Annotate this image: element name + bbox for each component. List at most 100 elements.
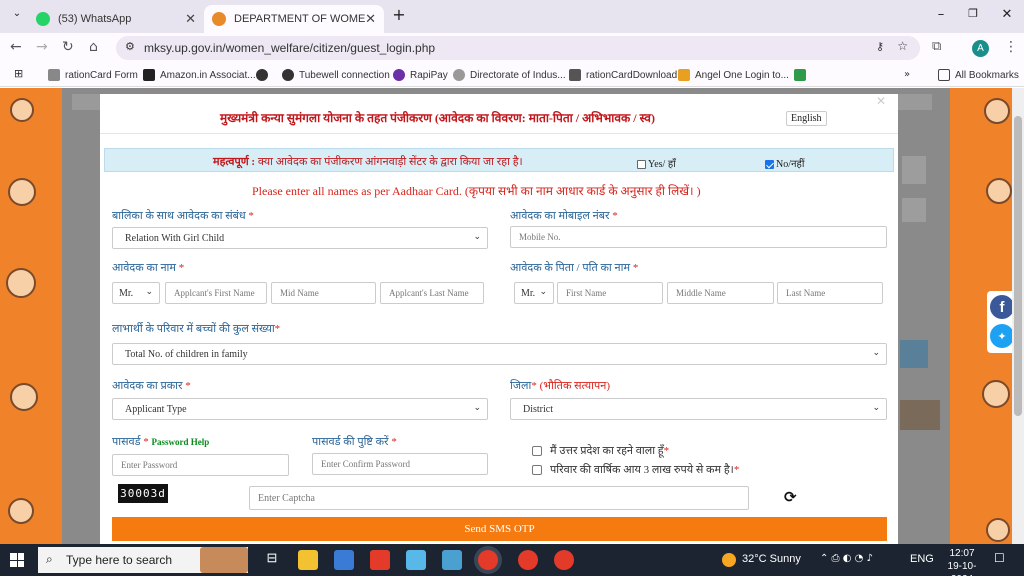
no-checkbox[interactable] (765, 160, 774, 170)
input-language[interactable]: ENG (910, 553, 934, 565)
english-language-button[interactable]: English (786, 111, 827, 126)
bookmark-item[interactable]: rationCard Form (48, 69, 138, 81)
applicant-type-label: आवेदक का प्रकार * (112, 380, 191, 392)
applicant-first-name-input[interactable]: Applcant's First Name (165, 282, 267, 304)
applicant-last-name-input[interactable]: Applcant's Last Name (380, 282, 484, 304)
windows-start-icon[interactable] (10, 553, 24, 567)
children-count-select[interactable]: Total No. of children in family ⌄ (112, 343, 887, 365)
chevron-down-icon: ⌄ (539, 287, 547, 297)
notifications-icon[interactable]: ☐ (994, 551, 1005, 565)
close-window-icon[interactable]: ✕ (996, 7, 1018, 25)
refresh-captcha-icon[interactable]: ⟳ (784, 488, 797, 506)
home-icon[interactable]: ⌂ (89, 39, 98, 55)
site-favicon-icon (212, 12, 226, 26)
tab-search-icon[interactable]: ⌄ (6, 8, 28, 26)
all-bookmarks[interactable]: All Bookmarks (938, 69, 1019, 81)
minimize-icon[interactable]: – (930, 7, 952, 25)
district-label: जिला* (भौतिक सत्यापन) (510, 380, 611, 392)
twitter-icon[interactable]: ✦ (990, 324, 1014, 348)
modal-header: मुख्यमंत्री कन्या सुमंगला योजना के तहत प… (100, 94, 898, 134)
close-tab-icon[interactable]: ✕ (365, 11, 376, 27)
captcha-input[interactable]: Enter Captcha (249, 486, 749, 510)
father-first-name-input[interactable]: First Name (557, 282, 663, 304)
toolbar: ← → ↻ ⌂ ⚙ mksy.up.gov.in/women_welfare/c… (0, 33, 1024, 63)
chevron-down-icon: ⌄ (872, 403, 880, 413)
anganwadi-question-bar: महत्वपूर्ण : क्या आवेदक का पंजीकरण आंगनव… (104, 148, 894, 172)
income-checkbox[interactable]: परिवार की वार्षिक आय 3 लाख रुपये से कम ह… (532, 462, 739, 477)
app-icon[interactable] (370, 550, 390, 570)
search-icon: ⌕ (46, 552, 53, 566)
forward-icon[interactable]: → (36, 39, 48, 55)
bookmark-star-icon[interactable]: ☆ (897, 39, 908, 53)
chrome-icon[interactable] (554, 550, 574, 570)
up-resident-checkbox[interactable]: मैं उत्तर प्रदेश का रहने वाला हूँ* (532, 443, 669, 458)
bookmark-item[interactable]: rationCardDownload (569, 69, 677, 81)
bookmark-item[interactable] (794, 69, 811, 81)
password-key-icon[interactable]: ⚷ (876, 40, 884, 53)
weather-sun-icon (722, 553, 736, 567)
reload-icon[interactable]: ↻ (62, 39, 74, 55)
tab-department[interactable]: DEPARTMENT OF WOMEN & C ✕ (204, 5, 384, 33)
applicant-type-select[interactable]: Applicant Type ⌄ (112, 398, 488, 420)
bookmark-item[interactable]: Directorate of Indus... (453, 69, 566, 81)
send-otp-button[interactable]: Send SMS OTP (112, 517, 887, 541)
bookmark-item[interactable]: Angel One Login to... (678, 69, 789, 81)
no-option[interactable]: No/नहीं (765, 156, 804, 170)
file-explorer-icon[interactable] (298, 550, 318, 570)
mobile-label: आवेदक का मोबाइल नंबर * (510, 210, 618, 222)
site-info-icon[interactable]: ⚙ (125, 40, 135, 53)
applicant-mid-name-input[interactable]: Mid Name (271, 282, 376, 304)
app-icon[interactable] (334, 550, 354, 570)
district-select[interactable]: District ⌄ (510, 398, 887, 420)
password-help-link[interactable]: Password Help (152, 437, 210, 447)
extensions-icon[interactable]: ⧉ (932, 39, 941, 54)
address-bar[interactable]: ⚙ mksy.up.gov.in/women_welfare/citizen/g… (116, 36, 920, 60)
registration-modal: मुख्यमंत्री कन्या सुमंगला योजना के तहत प… (100, 94, 898, 544)
weather-text[interactable]: 32°C Sunny (742, 553, 801, 565)
page-scrollbar[interactable] (1012, 88, 1024, 544)
checkbox-box[interactable] (532, 465, 542, 476)
father-middle-name-input[interactable]: Middle Name (667, 282, 774, 304)
chevron-down-icon: ⌄ (473, 403, 481, 413)
back-icon[interactable]: ← (10, 39, 22, 55)
task-view-icon[interactable]: ⊟ (262, 550, 282, 570)
tab-strip: ⌄ (53) WhatsApp ✕ DEPARTMENT OF WOMEN & … (0, 0, 1024, 33)
profile-avatar[interactable]: A (972, 40, 989, 57)
chrome-icon[interactable] (478, 550, 498, 570)
app-icon[interactable] (406, 550, 426, 570)
facebook-icon[interactable]: f (990, 295, 1014, 319)
bookmark-item[interactable]: Amazon.in Associat... (143, 69, 256, 81)
whatsapp-icon (36, 12, 50, 26)
applicant-title-select[interactable]: Mr. ⌄ (112, 282, 160, 304)
system-tray-icons[interactable]: ⌃ ⎙ ◐ ◔ ♪ (820, 553, 873, 564)
modal-title: मुख्यमंत्री कन्या सुमंगला योजना के तहत प… (220, 111, 655, 125)
bookmark-item[interactable]: RapiPay (393, 69, 448, 81)
yes-checkbox[interactable] (637, 160, 646, 170)
app-icon[interactable] (442, 550, 462, 570)
chrome-icon[interactable] (518, 550, 538, 570)
checkbox-box[interactable] (532, 446, 542, 457)
applicant-name-label: आवेदक का नाम * (112, 262, 185, 274)
new-tab-icon[interactable]: + (388, 5, 410, 24)
father-last-name-input[interactable]: Last Name (777, 282, 883, 304)
restore-icon[interactable]: ❐ (962, 7, 984, 25)
modal-close-icon[interactable]: ✕ (876, 94, 886, 108)
clock[interactable]: 12:07 19-10-2024 (940, 547, 984, 586)
url-text: mksy.up.gov.in/women_welfare/citizen/gue… (144, 41, 436, 55)
menu-icon[interactable]: ⋮ (1004, 39, 1018, 55)
bookmark-item[interactable]: Tubewell connection (282, 69, 390, 81)
yes-option[interactable]: Yes/ हाँ (637, 156, 676, 170)
confirm-password-input[interactable]: Enter Confirm Password (312, 453, 488, 475)
search-highlight-image (200, 547, 248, 573)
bookmark-globe-icon[interactable] (256, 69, 273, 81)
apps-icon[interactable]: ⊞ (14, 67, 23, 80)
close-tab-icon[interactable]: ✕ (185, 11, 196, 27)
tab-whatsapp[interactable]: (53) WhatsApp ✕ (28, 5, 204, 33)
password-input[interactable]: Enter Password (112, 454, 289, 476)
father-title-select[interactable]: Mr. ⌄ (514, 282, 554, 304)
tab-label: (53) WhatsApp (58, 13, 132, 25)
more-bookmarks-icon[interactable]: » (904, 69, 910, 80)
confirm-password-label: पासवर्ड की पुष्टि करें * (312, 436, 397, 448)
relation-select[interactable]: Relation With Girl Child ⌄ (112, 227, 488, 249)
mobile-input[interactable]: Mobile No. (510, 226, 887, 248)
